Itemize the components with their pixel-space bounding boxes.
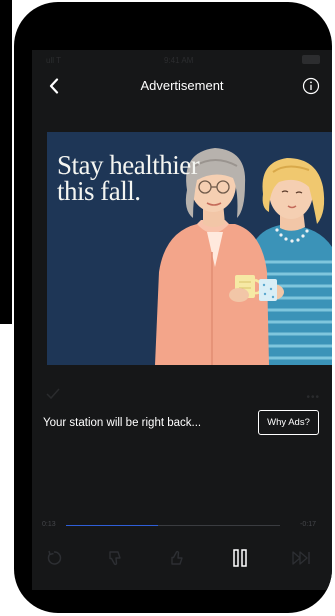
- thumb-up-icon: [171, 550, 183, 565]
- replay-icon: [47, 550, 62, 565]
- playback-controls: [32, 544, 332, 574]
- ad-banner[interactable]: Stay healthier this fall.: [47, 132, 332, 365]
- nav-bar: Advertisement: [32, 68, 332, 104]
- phone-frame: ull T 9:41 AM Advertisement Stay healthi…: [14, 2, 332, 613]
- pause-button[interactable]: [226, 544, 254, 572]
- ad-headline-line-2: this fall.: [57, 176, 141, 206]
- why-ads-button[interactable]: Why Ads?: [258, 410, 319, 435]
- station-message: Your station will be right back...: [43, 417, 202, 429]
- progress-fill: [66, 525, 159, 526]
- ad-headline: Stay healthier this fall.: [57, 150, 217, 206]
- thumb-up-button[interactable]: [164, 544, 192, 572]
- thumb-down-button[interactable]: [102, 544, 130, 572]
- battery-icon: [302, 55, 320, 64]
- time-elapsed: 0:13: [42, 521, 56, 528]
- info-circle-icon: [302, 77, 320, 95]
- status-bar: ull T 9:41 AM: [32, 50, 332, 70]
- skip-forward-icon: [292, 551, 310, 565]
- time-remaining: -0:17: [300, 521, 316, 528]
- faded-action-row: •••: [32, 388, 332, 404]
- pause-icon: [233, 549, 247, 567]
- status-carrier: ull T: [46, 56, 61, 65]
- app-screen: ull T 9:41 AM Advertisement Stay healthi…: [32, 50, 332, 590]
- info-button[interactable]: [298, 73, 324, 99]
- checkmark-icon: [46, 388, 60, 400]
- page-title: Advertisement: [140, 78, 224, 93]
- thumb-down-icon: [109, 551, 121, 566]
- background-panel: [0, 0, 12, 324]
- progress-track[interactable]: [66, 525, 280, 526]
- skip-button[interactable]: [288, 544, 316, 572]
- more-dots-icon: •••: [306, 392, 320, 403]
- replay-button[interactable]: [40, 544, 68, 572]
- status-time: 9:41 AM: [164, 56, 194, 65]
- progress-bar: 0:13 -0:17: [32, 518, 332, 532]
- ad-headline-line-1: Stay healthier: [57, 150, 200, 180]
